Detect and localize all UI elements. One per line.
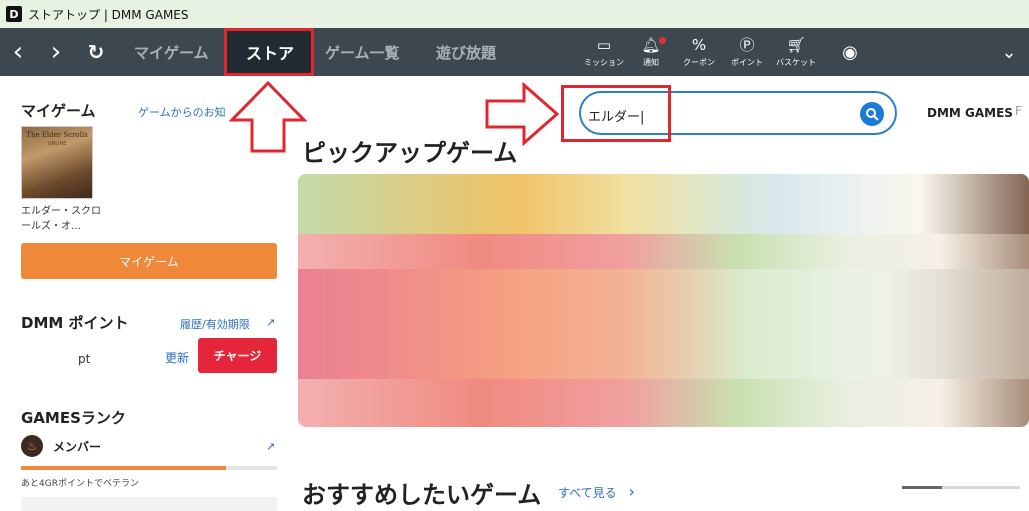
chevron-down-icon[interactable]: ⌄ bbox=[998, 28, 1020, 76]
annotation-search-highlight bbox=[561, 85, 671, 142]
account-icon[interactable]: ◉ bbox=[838, 28, 862, 76]
nav-notice-label: 通知 bbox=[643, 58, 659, 67]
cart-icon: 🛒︎ bbox=[786, 36, 806, 54]
carousel-indicator[interactable] bbox=[902, 486, 942, 489]
points-section-title: DMM ポイント bbox=[21, 314, 129, 332]
nav-notice[interactable]: 🔔︎ 通知 bbox=[628, 28, 674, 76]
bell-icon: 🔔︎ bbox=[641, 36, 661, 54]
nav-mission-label: ミッション bbox=[584, 58, 624, 67]
search-button[interactable] bbox=[860, 102, 884, 126]
tab-unlimited[interactable]: 遊び放題 bbox=[436, 28, 496, 76]
see-all-label: すべて見る bbox=[558, 486, 617, 500]
nav-coupon-label: クーポン bbox=[683, 58, 715, 67]
search-icon bbox=[866, 108, 879, 121]
banner-blur-top bbox=[298, 174, 1029, 234]
charge-button[interactable]: チャージ bbox=[198, 338, 277, 373]
tab-store[interactable]: ストア bbox=[246, 28, 294, 76]
forward-icon[interactable]: › bbox=[44, 28, 68, 76]
elder-scrolls-thumbnail[interactable]: The Elder Scrolls ONLINE bbox=[21, 126, 93, 199]
tab-game-list[interactable]: ゲーム一覧 bbox=[325, 28, 400, 76]
point-value: pt bbox=[78, 352, 91, 366]
banner-blur-mid bbox=[298, 269, 1029, 379]
point-icon: Ⓟ bbox=[739, 36, 755, 54]
dmm-app-icon: D bbox=[6, 6, 22, 22]
rank-name: メンバー bbox=[53, 440, 102, 454]
rank-progress-fill bbox=[21, 466, 226, 470]
mygame-item-name[interactable]: エルダー・スクロールズ・オ… bbox=[21, 204, 101, 234]
recommend-heading: おすすめしたいゲーム bbox=[302, 481, 542, 509]
nav-mission[interactable]: ▭ ミッション bbox=[581, 28, 627, 76]
brand-separator: F bbox=[1015, 104, 1022, 118]
dmm-games-link[interactable]: DMM GAMES bbox=[927, 106, 1013, 120]
rank-section-title: GAMESランク bbox=[21, 409, 126, 427]
nav-point-label: ポイント bbox=[731, 58, 763, 67]
top-nav: ‹ › ↻ マイゲーム ストア ゲーム一覧 遊び放題 ▭ ミッション 🔔︎ 通知… bbox=[0, 28, 1029, 76]
thumb-title: The Elder Scrolls bbox=[26, 131, 88, 139]
nav-point[interactable]: Ⓟ ポイント bbox=[724, 28, 770, 76]
nav-coupon[interactable]: % クーポン bbox=[676, 28, 722, 76]
back-icon[interactable]: ‹ bbox=[6, 28, 30, 76]
annotation-up-arrow-icon bbox=[229, 80, 307, 153]
reload-icon[interactable]: ↻ bbox=[84, 28, 108, 76]
rank-progress-bar bbox=[21, 466, 277, 470]
nav-basket[interactable]: 🛒︎ バスケット bbox=[773, 28, 819, 76]
window-titlebar: D ストアトップ | DMM GAMES bbox=[0, 0, 1029, 28]
see-all-link[interactable]: すべて見る › bbox=[558, 482, 635, 501]
nav-basket-label: バスケット bbox=[776, 58, 816, 67]
rank-progress-text: あと4GRポイントでベテラン bbox=[21, 479, 139, 489]
game-notice-link[interactable]: ゲームからのお知 bbox=[138, 104, 226, 120]
sidebar-placeholder-box bbox=[21, 497, 277, 511]
coupon-icon: % bbox=[691, 36, 707, 54]
mission-icon: ▭ bbox=[596, 36, 612, 54]
chevron-right-icon: › bbox=[628, 482, 635, 501]
flame-icon: ♨ bbox=[21, 435, 43, 457]
notification-dot bbox=[659, 37, 666, 44]
tab-mygame[interactable]: マイゲーム bbox=[134, 28, 209, 76]
thumb-subtitle: ONLINE bbox=[47, 141, 67, 147]
mygame-button[interactable]: マイゲーム bbox=[21, 243, 277, 279]
refresh-link[interactable]: 更新 bbox=[165, 349, 189, 366]
annotation-right-arrow-icon bbox=[485, 82, 560, 146]
mygame-section-title: マイゲーム bbox=[21, 102, 96, 120]
pickup-banner[interactable] bbox=[298, 174, 1029, 427]
rank-external-link-icon[interactable]: ↗ bbox=[266, 440, 275, 453]
history-link[interactable]: 履歴/有効期限 bbox=[180, 316, 250, 332]
external-link-icon[interactable]: ↗ bbox=[266, 316, 275, 329]
window-title: ストアトップ | DMM GAMES bbox=[28, 7, 189, 22]
